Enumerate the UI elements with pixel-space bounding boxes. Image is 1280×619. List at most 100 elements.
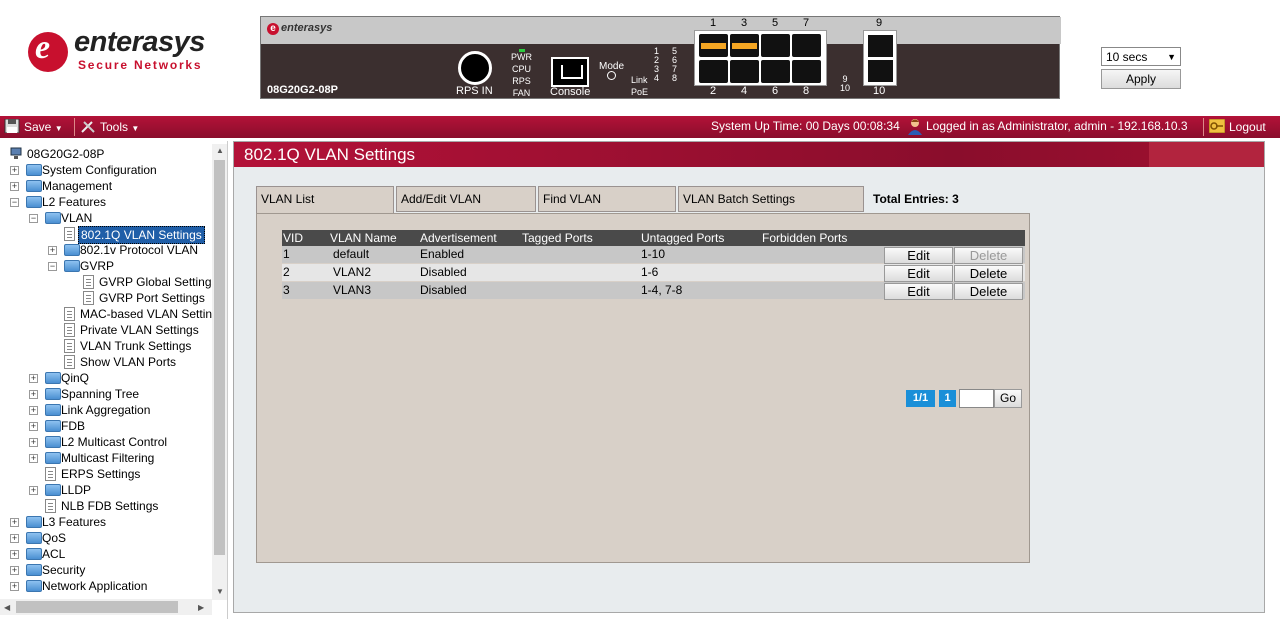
table-header: VID VLAN Name Advertisement Tagged Ports… xyxy=(282,230,1025,246)
key-icon xyxy=(1209,119,1225,133)
tools-label: Tools xyxy=(100,120,129,134)
chevron-down-icon: ▼ xyxy=(131,124,140,133)
folder-icon xyxy=(45,484,61,496)
page-title: 802.1Q VLAN Settings xyxy=(244,145,416,164)
expand-icon[interactable]: + xyxy=(10,534,19,543)
toolbar-divider xyxy=(1203,118,1204,136)
device-brand: e enterasys xyxy=(267,22,332,35)
system-uptime: System Up Time: 00 Days 00:08:34 xyxy=(711,119,900,133)
logout-label: Logout xyxy=(1229,120,1266,134)
scroll-left-icon[interactable]: ◀ xyxy=(4,603,10,612)
enterasys-logo: e enterasys Secure Networks xyxy=(28,26,238,78)
save-label: Save xyxy=(24,120,52,134)
port-4-icon xyxy=(730,60,759,83)
port-label-5: 5 xyxy=(772,17,779,29)
delete-button[interactable]: Delete xyxy=(954,265,1023,282)
port-leds-a: 1234 xyxy=(654,46,660,83)
floppy-disk-icon xyxy=(4,119,20,133)
tools-menu[interactable]: Tools ▼ xyxy=(80,119,139,134)
scroll-down-icon[interactable]: ▼ xyxy=(216,587,224,596)
port-label-2: 2 xyxy=(710,85,717,97)
total-entries: Total Entries: 3 xyxy=(873,192,959,206)
page-link[interactable]: 1 xyxy=(939,390,956,407)
folder-icon xyxy=(26,548,42,560)
expand-icon[interactable]: + xyxy=(10,182,19,191)
folder-icon xyxy=(26,516,42,528)
vlan-list-panel: VID VLAN Name Advertisement Tagged Ports… xyxy=(256,213,1030,563)
port-3-icon xyxy=(730,34,759,57)
mode-button-icon xyxy=(607,71,616,80)
port-label-4: 4 xyxy=(741,85,748,97)
tab-vlan-batch-settings[interactable]: VLAN Batch Settings xyxy=(678,186,864,212)
folder-open-icon xyxy=(45,212,61,224)
tree-horizontal-scroll-thumb[interactable] xyxy=(16,601,178,613)
collapse-icon[interactable]: − xyxy=(29,214,38,223)
expand-icon[interactable]: + xyxy=(48,246,57,255)
dropdown-arrow-icon: ▼ xyxy=(1167,52,1176,62)
expand-icon[interactable]: + xyxy=(10,582,19,591)
rps-in-label: RPS IN xyxy=(456,85,493,97)
page-icon xyxy=(83,275,94,289)
expand-icon[interactable]: + xyxy=(10,166,19,175)
scroll-up-icon[interactable]: ▲ xyxy=(216,146,224,155)
system-leds: PWR CPU RPS FAN xyxy=(511,49,532,98)
expand-icon[interactable]: + xyxy=(29,422,38,431)
sfp-label-10: 10 xyxy=(873,85,886,97)
logout-link[interactable]: Logout xyxy=(1209,119,1266,134)
col-untagged-ports: Untagged Ports xyxy=(641,231,725,245)
col-vlan-name: VLAN Name xyxy=(330,231,397,245)
page-number-input[interactable] xyxy=(959,389,994,408)
logo-mark-icon: e xyxy=(28,29,68,72)
port-1-icon xyxy=(699,34,728,57)
expand-icon[interactable]: + xyxy=(29,374,38,383)
toolbar: Save ▼ Tools ▼ System Up Time: 00 Days 0… xyxy=(0,116,1280,138)
expand-icon[interactable]: + xyxy=(10,550,19,559)
tree-vertical-scroll-thumb[interactable] xyxy=(214,160,225,555)
expand-icon[interactable]: + xyxy=(29,390,38,399)
rps-label: RPS xyxy=(512,76,531,86)
port-label-1: 1 xyxy=(710,17,717,29)
port-8-icon xyxy=(792,60,821,83)
apply-button[interactable]: Apply xyxy=(1101,69,1181,89)
cell-untagged-ports: 1-10 xyxy=(641,247,666,261)
scroll-right-icon[interactable]: ▶ xyxy=(198,603,204,612)
save-menu[interactable]: Save ▼ xyxy=(4,119,63,134)
cell-vid: 2 xyxy=(283,265,290,279)
sfp-9-icon xyxy=(868,35,893,57)
port-label-6: 6 xyxy=(772,85,779,97)
expand-icon[interactable]: + xyxy=(29,454,38,463)
cell-vid: 1 xyxy=(283,247,290,261)
tab-add-edit-vlan[interactable]: Add/Edit VLAN xyxy=(396,186,536,212)
cell-vlan-name: VLAN3 xyxy=(333,283,372,297)
tab-find-vlan[interactable]: Find VLAN xyxy=(538,186,676,212)
expand-icon[interactable]: + xyxy=(10,566,19,575)
page-icon xyxy=(64,227,75,241)
refresh-interval-value: 10 secs xyxy=(1106,50,1148,64)
edit-button[interactable]: Edit xyxy=(884,283,953,300)
page-icon xyxy=(64,307,75,321)
expand-icon[interactable]: + xyxy=(29,406,38,415)
folder-icon xyxy=(26,564,42,576)
delete-button: Delete xyxy=(954,247,1023,264)
collapse-icon[interactable]: − xyxy=(48,262,57,271)
tree-root-label: 08G20G2-08P xyxy=(27,147,105,161)
go-button[interactable]: Go xyxy=(994,389,1022,408)
folder-icon xyxy=(26,180,42,192)
sfp-ports xyxy=(863,30,897,86)
edit-button[interactable]: Edit xyxy=(884,247,953,264)
ethernet-ports xyxy=(694,30,827,86)
toolbar-divider xyxy=(74,118,75,136)
logo-tagline: Secure Networks xyxy=(78,58,203,72)
expand-icon[interactable]: + xyxy=(10,518,19,527)
delete-button[interactable]: Delete xyxy=(954,283,1023,300)
collapse-icon[interactable]: − xyxy=(10,198,19,207)
edit-button[interactable]: Edit xyxy=(884,265,953,282)
link-label: Link xyxy=(631,75,648,85)
cell-untagged-ports: 1-4, 7-8 xyxy=(641,283,683,297)
expand-icon[interactable]: + xyxy=(29,438,38,447)
console-port-icon xyxy=(551,57,589,87)
tab-vlan-list[interactable]: VLAN List xyxy=(256,186,394,214)
logo-word: enterasys xyxy=(74,26,205,58)
refresh-interval-select[interactable]: 10 secs ▼ xyxy=(1101,47,1181,66)
expand-icon[interactable]: + xyxy=(29,486,38,495)
